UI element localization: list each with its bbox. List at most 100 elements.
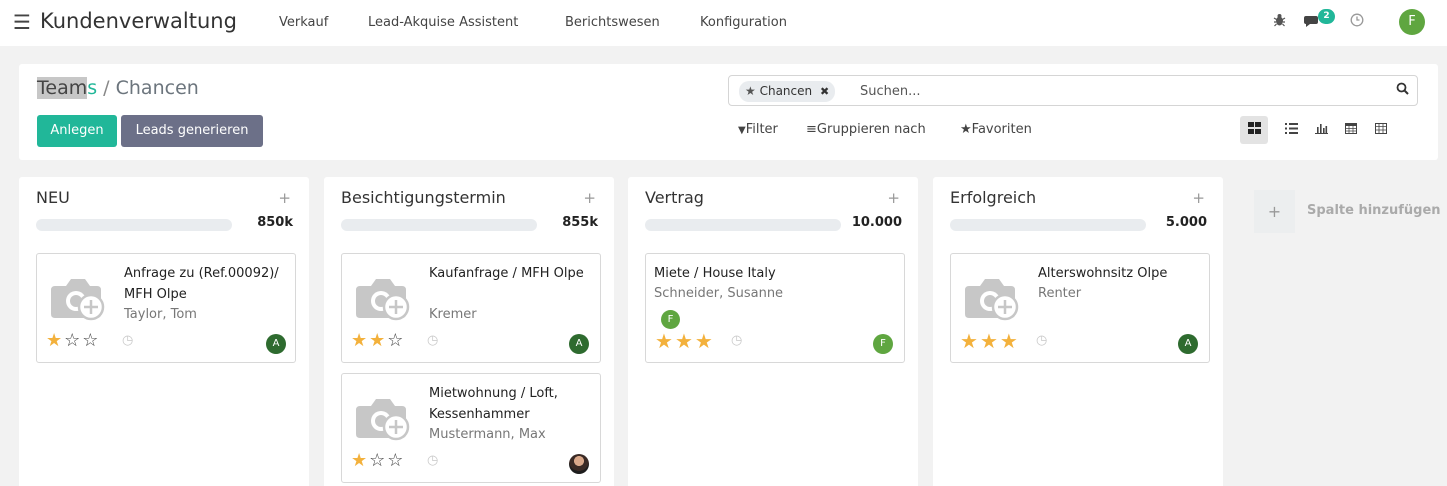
star-empty-icon[interactable]: ☆: [369, 450, 387, 471]
kanban-view-button[interactable]: [1240, 116, 1268, 144]
star-empty-icon[interactable]: ☆: [64, 330, 82, 351]
camera-placeholder-icon: [356, 399, 410, 441]
card-customer: Mustermann, Max: [429, 427, 546, 442]
card-customer: Taylor, Tom: [124, 307, 197, 322]
list-view-button[interactable]: [1277, 116, 1305, 144]
add-column[interactable]: + Spalte hinzufügen: [1254, 190, 1447, 234]
column-title[interactable]: Erfolgreich: [950, 188, 1036, 207]
column-progress-bar[interactable]: [645, 219, 841, 231]
card-customer: Kremer: [429, 307, 477, 322]
priority-stars[interactable]: ★★☆: [351, 332, 405, 350]
star-icon: ★: [745, 84, 756, 98]
group-by-button[interactable]: ≡Gruppieren nach: [806, 122, 926, 137]
activity-clock-icon[interactable]: ◷: [1036, 333, 1047, 348]
priority-stars[interactable]: ★☆☆: [351, 452, 405, 470]
menu-item-lead-akquise[interactable]: Lead-Akquise Assistent: [368, 15, 518, 30]
add-column-plus-icon[interactable]: +: [1254, 190, 1295, 233]
column-progress-bar[interactable]: [341, 219, 537, 231]
star-filled-icon[interactable]: ★: [369, 330, 387, 351]
search-icon[interactable]: [1396, 82, 1409, 99]
kanban-card[interactable]: Mietwohnung / Loft, Kessenhammer Musterm…: [341, 373, 601, 483]
salesperson-avatar: A: [569, 334, 589, 354]
card-title: Kaufanfrage / MFH Olpe: [429, 266, 584, 281]
card-title: Anfrage zu (Ref.00092)/ MFH Olpe: [124, 266, 279, 302]
kanban-column-neu: NEU + 850k Anfrage zu (Ref.00092)/ MFH O…: [19, 177, 309, 486]
activity-clock-icon[interactable]: ◷: [427, 453, 438, 468]
search-input[interactable]: [860, 81, 1380, 102]
kanban-card[interactable]: Alterswohnsitz Olpe Renter ★★★ ◷ A: [950, 253, 1210, 363]
priority-stars[interactable]: ★★★: [655, 329, 715, 353]
activity-clock-icon[interactable]: ◷: [122, 333, 133, 348]
priority-stars[interactable]: ★☆☆: [46, 332, 100, 350]
graph-view-button[interactable]: [1307, 116, 1335, 144]
add-column-label[interactable]: Spalte hinzufügen: [1307, 203, 1441, 218]
control-panel: Teams / Chancen Anlegen Leads generieren…: [19, 64, 1438, 160]
activity-clock-icon[interactable]: [1350, 13, 1364, 31]
quick-create-icon[interactable]: +: [583, 189, 596, 207]
quick-create-icon[interactable]: +: [278, 189, 291, 207]
camera-placeholder-icon: [356, 279, 410, 321]
favorites-label: Favoriten: [971, 122, 1032, 137]
card-title: Alterswohnsitz Olpe: [1038, 266, 1168, 281]
breadcrumb-separator: /: [103, 77, 110, 99]
kanban-card[interactable]: Kaufanfrage / MFH Olpe Kremer ★★☆ ◷ A: [341, 253, 601, 363]
star-empty-icon[interactable]: ☆: [387, 450, 405, 471]
column-title[interactable]: Besichtigungstermin: [341, 188, 506, 207]
favorites-button[interactable]: ★Favoriten: [960, 122, 1032, 137]
breadcrumb-teams-suffix[interactable]: s: [87, 77, 97, 99]
star-filled-icon[interactable]: ★: [655, 329, 675, 353]
card-customer: Schneider, Susanne: [654, 286, 784, 301]
bug-icon[interactable]: [1273, 13, 1286, 31]
create-button[interactable]: Anlegen: [37, 115, 117, 147]
bar-chart-icon: [1314, 124, 1328, 134]
app-title[interactable]: Kundenverwaltung: [40, 9, 237, 33]
card-title: Miete / House Italy: [654, 266, 776, 281]
kanban-card[interactable]: Anfrage zu (Ref.00092)/ MFH Olpe Taylor,…: [36, 253, 296, 363]
star-filled-icon[interactable]: ★: [960, 329, 980, 353]
salesperson-photo-avatar: [569, 454, 589, 474]
column-title[interactable]: NEU: [36, 188, 70, 207]
star-filled-icon[interactable]: ★: [1000, 329, 1020, 353]
salesperson-avatar: F: [873, 334, 893, 354]
calendar-view-button[interactable]: [1337, 116, 1365, 144]
column-progress-bar[interactable]: [950, 219, 1146, 231]
kanban-card[interactable]: Miete / House Italy Schneider, Susanne F…: [645, 253, 905, 363]
star-icon: ★: [960, 122, 972, 137]
star-filled-icon[interactable]: ★: [695, 329, 715, 353]
star-empty-icon[interactable]: ☆: [82, 330, 100, 351]
filter-icon: ▼: [738, 125, 746, 136]
column-title[interactable]: Vertrag: [645, 188, 704, 207]
remove-facet-icon[interactable]: ✖: [820, 85, 829, 98]
column-total: 10.000: [851, 215, 902, 230]
menu-item-konfiguration[interactable]: Konfiguration: [700, 15, 787, 30]
priority-stars[interactable]: ★★★: [960, 329, 1020, 353]
menu-item-berichtswesen[interactable]: Berichtswesen: [565, 15, 660, 30]
filter-button[interactable]: ▼Filter: [738, 122, 778, 137]
star-filled-icon[interactable]: ★: [980, 329, 1000, 353]
bars-icon: ≡: [806, 122, 817, 137]
pivot-view-button[interactable]: [1367, 116, 1395, 144]
menu-icon[interactable]: ☰: [13, 12, 31, 32]
star-filled-icon[interactable]: ★: [351, 450, 369, 471]
breadcrumb-teams[interactable]: Team: [37, 77, 88, 99]
salesperson-avatar: A: [1178, 334, 1198, 354]
quick-create-icon[interactable]: +: [1192, 189, 1205, 207]
column-progress-bar[interactable]: [36, 219, 232, 231]
generate-leads-button[interactable]: Leads generieren: [121, 115, 263, 147]
search-bar: ★ Chancen ✖: [728, 75, 1418, 106]
activity-clock-icon[interactable]: ◷: [731, 333, 742, 348]
menu-item-verkauf[interactable]: Verkauf: [279, 15, 328, 30]
star-filled-icon[interactable]: ★: [675, 329, 695, 353]
breadcrumb-current: Chancen: [115, 77, 199, 99]
facet-label: Chancen: [759, 84, 813, 98]
user-avatar[interactable]: F: [1399, 9, 1425, 35]
star-empty-icon[interactable]: ☆: [387, 330, 405, 351]
card-title: Mietwohnung / Loft, Kessenhammer: [429, 386, 558, 422]
quick-create-icon[interactable]: +: [887, 189, 900, 207]
top-navbar: ☰ Kundenverwaltung Verkauf Lead-Akquise …: [0, 0, 1447, 46]
star-filled-icon[interactable]: ★: [351, 330, 369, 351]
filter-label: Filter: [745, 122, 778, 137]
star-filled-icon[interactable]: ★: [46, 330, 64, 351]
salesperson-avatar: A: [266, 334, 286, 354]
activity-clock-icon[interactable]: ◷: [427, 333, 438, 348]
